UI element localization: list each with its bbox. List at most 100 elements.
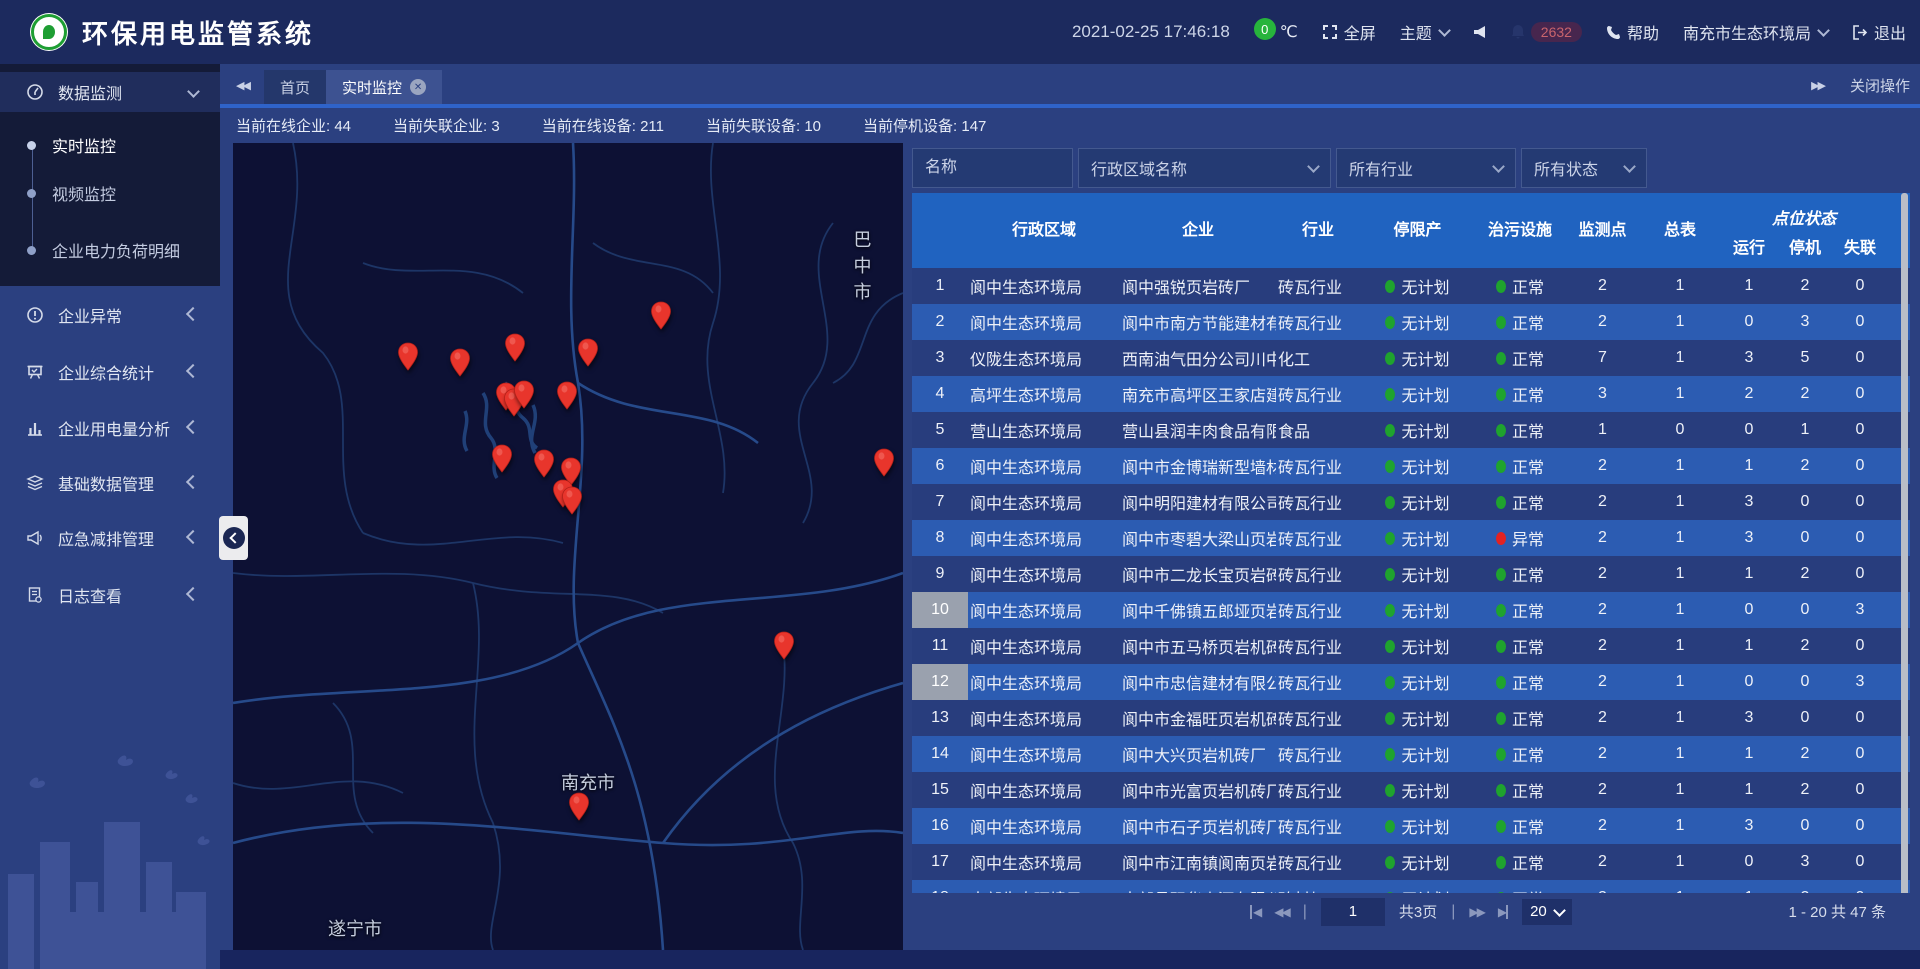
- sidebar-group-日志查看[interactable]: 日志查看: [0, 575, 220, 615]
- map-pin[interactable]: [577, 338, 599, 368]
- logout-button[interactable]: 退出: [1852, 20, 1906, 44]
- sidebar-item-视频监控[interactable]: 视频监控: [0, 178, 220, 208]
- table-row[interactable]: 15阆中生态环境局阆中市光富页岩机砖厂砖瓦行业无计划正常21120: [912, 772, 1910, 808]
- divider: |: [1451, 903, 1455, 921]
- last-page-icon[interactable]: ▶: [1498, 905, 1508, 919]
- region-select[interactable]: 行政区域名称: [1078, 148, 1331, 188]
- cell-company: 阆中市枣碧大梁山页岩: [1120, 526, 1276, 550]
- sidebar-group-基础数据管理[interactable]: 基础数据管理: [0, 463, 220, 503]
- sidebar-item-企业电力负荷明细[interactable]: 企业电力负荷明细: [0, 235, 220, 265]
- table-row[interactable]: 18南部生态环境局南部县砚华山河有限公砖材加工无计划正常21120: [912, 880, 1910, 893]
- map-pin[interactable]: [504, 333, 526, 363]
- close-tab-icon[interactable]: ✕: [410, 79, 426, 95]
- sidebar-group-企业异常[interactable]: 企业异常: [0, 295, 220, 335]
- map-pin[interactable]: [873, 448, 895, 478]
- table-row[interactable]: 10阆中生态环境局阆中千佛镇五郎垭页岩砖瓦行业无计划正常21003: [912, 592, 1910, 628]
- fullscreen-button[interactable]: 全屏: [1322, 20, 1376, 44]
- collapse-panel-button[interactable]: [219, 516, 248, 560]
- table-row[interactable]: 4高坪生态环境局南充市高坪区王家店建砖瓦行业无计划正常31220: [912, 376, 1910, 412]
- sidebar-group-应急减排管理[interactable]: 应急减排管理: [0, 518, 220, 558]
- table-row[interactable]: 1阆中生态环境局阆中强锐页岩砖厂砖瓦行业无计划正常21120: [912, 268, 1910, 304]
- treatment-text: 正常: [1512, 598, 1544, 622]
- table-row[interactable]: 11阆中生态环境局阆中市五马桥页岩机砖砖瓦行业无计划正常21120: [912, 628, 1910, 664]
- tabs-scroll-right-icon[interactable]: ▶▶: [1811, 72, 1824, 98]
- sidebar-item-实时监控[interactable]: 实时监控: [0, 130, 220, 160]
- tab-home[interactable]: 首页: [264, 70, 326, 104]
- tabs-scroll-left-icon[interactable]: ◀◀: [236, 72, 249, 98]
- close-operations-button[interactable]: 关闭操作: [1850, 75, 1910, 96]
- map-pin[interactable]: [533, 449, 555, 479]
- map-pin[interactable]: [513, 380, 535, 410]
- tab-realtime-monitor[interactable]: 实时监控 ✕: [326, 70, 442, 104]
- page-size-select[interactable]: 20: [1522, 899, 1572, 925]
- alarm-badge[interactable]: 2632: [1511, 22, 1582, 42]
- map-pin[interactable]: [561, 486, 583, 516]
- table-header: 行政区域 企业 行业 停限产 治污设施 监测点 总表 点位状态 运行 停机 失联: [912, 193, 1910, 268]
- table-row[interactable]: 7阆中生态环境局阆中明阳建材有限公司砖瓦行业无计划正常21300: [912, 484, 1910, 520]
- submenu-dot-icon: [27, 189, 36, 198]
- next-page-icon[interactable]: ▶▶: [1469, 905, 1483, 919]
- map-pin[interactable]: [650, 301, 672, 331]
- sidebar-group-数据监测[interactable]: 数据监测: [0, 72, 220, 112]
- table-row[interactable]: 3仪陇生态环境局西南油气田分公司川中化工无计划正常71350: [912, 340, 1910, 376]
- map-pin[interactable]: [491, 444, 513, 474]
- table-row[interactable]: 12阆中生态环境局阆中市忠信建材有限公砖瓦行业无计划正常21003: [912, 664, 1910, 700]
- page-number-input[interactable]: [1321, 898, 1385, 926]
- table-row[interactable]: 2阆中生态环境局阆中市南方节能建材有砖瓦行业无计划正常21030: [912, 304, 1910, 340]
- cell-run: 1: [1720, 637, 1778, 655]
- stat-item: 当前在线企业: 44: [236, 115, 351, 136]
- limit-text: 无计划: [1401, 454, 1449, 478]
- gauge-icon: [26, 83, 44, 101]
- table-row[interactable]: 17阆中生态环境局阆中市江南镇阆南页岩砖瓦行业无计划正常21030: [912, 844, 1910, 880]
- table-row[interactable]: 8阆中生态环境局阆中市枣碧大梁山页岩砖瓦行业无计划异常21300: [912, 520, 1910, 556]
- stat-label: 当前停机设备:: [863, 118, 961, 135]
- map-pin[interactable]: [556, 381, 578, 411]
- col-meter: 总表: [1640, 193, 1720, 268]
- sidebar-group-企业用电量分析[interactable]: 企业用电量分析: [0, 408, 220, 448]
- first-page-icon[interactable]: ◀: [1250, 905, 1260, 919]
- status-dot-green-icon: [1496, 316, 1506, 329]
- stat-value: 44: [334, 118, 351, 135]
- cell-treatment: 正常: [1475, 850, 1565, 874]
- status-dot-green-icon: [1385, 460, 1395, 473]
- cell-meter: 1: [1640, 673, 1720, 691]
- org-dropdown[interactable]: 南充市生态环境局: [1683, 20, 1828, 44]
- status-dot-green-icon: [1385, 820, 1395, 833]
- table-row[interactable]: 9阆中生态环境局阆中市二龙长宝页岩砖砖瓦行业无计划正常21120: [912, 556, 1910, 592]
- industry-select[interactable]: 所有行业: [1336, 148, 1516, 188]
- cell-lost: 0: [1832, 421, 1888, 439]
- map-pin[interactable]: [449, 348, 471, 378]
- table-row[interactable]: 14阆中生态环境局阆中大兴页岩机砖厂砖瓦行业无计划正常21120: [912, 736, 1910, 772]
- status-dot-green-icon: [1385, 352, 1395, 365]
- map-pin[interactable]: [773, 631, 795, 661]
- table-row[interactable]: 6阆中生态环境局阆中市金博瑞新型墙材砖瓦行业无计划正常21120: [912, 448, 1910, 484]
- map-pin[interactable]: [397, 342, 419, 372]
- limit-text: 无计划: [1401, 706, 1449, 730]
- stat-value: 147: [961, 118, 986, 135]
- treatment-text: 正常: [1512, 706, 1544, 730]
- theme-dropdown[interactable]: 主题: [1400, 20, 1449, 44]
- treatment-text: 正常: [1512, 634, 1544, 658]
- sound-button[interactable]: [1473, 25, 1487, 39]
- help-button[interactable]: 帮助: [1606, 20, 1659, 44]
- status-select[interactable]: 所有状态: [1521, 148, 1647, 188]
- cell-limit: 无计划: [1360, 274, 1475, 298]
- board-icon: [26, 363, 44, 381]
- map-panel[interactable]: 巴中市南充市遂宁市: [233, 143, 903, 950]
- chevron-left-icon: [223, 527, 245, 549]
- prev-page-icon[interactable]: ◀◀: [1274, 905, 1288, 919]
- table-row[interactable]: 16阆中生态环境局阆中市石子页岩机砖厂砖瓦行业无计划正常21300: [912, 808, 1910, 844]
- cell-limit: 无计划: [1360, 598, 1475, 622]
- table-row[interactable]: 5营山生态环境局营山县润丰肉食品有限食品无计划正常10010: [912, 412, 1910, 448]
- cell-company: 阆中千佛镇五郎垭页岩: [1120, 598, 1276, 622]
- table-scrollbar[interactable]: [1901, 193, 1908, 930]
- limit-text: 无计划: [1401, 274, 1449, 298]
- map-pin[interactable]: [568, 792, 590, 822]
- sidebar-group-label: 应急减排管理: [58, 526, 188, 550]
- sidebar-group-企业综合统计[interactable]: 企业综合统计: [0, 352, 220, 392]
- name-search-input[interactable]: [912, 148, 1073, 188]
- cell-company: 阆中明阳建材有限公司: [1120, 490, 1276, 514]
- chevron-down-icon: [1553, 904, 1566, 917]
- cell-treatment: 正常: [1475, 310, 1565, 334]
- table-row[interactable]: 13阆中生态环境局阆中市金福旺页岩机砖砖瓦行业无计划正常21300: [912, 700, 1910, 736]
